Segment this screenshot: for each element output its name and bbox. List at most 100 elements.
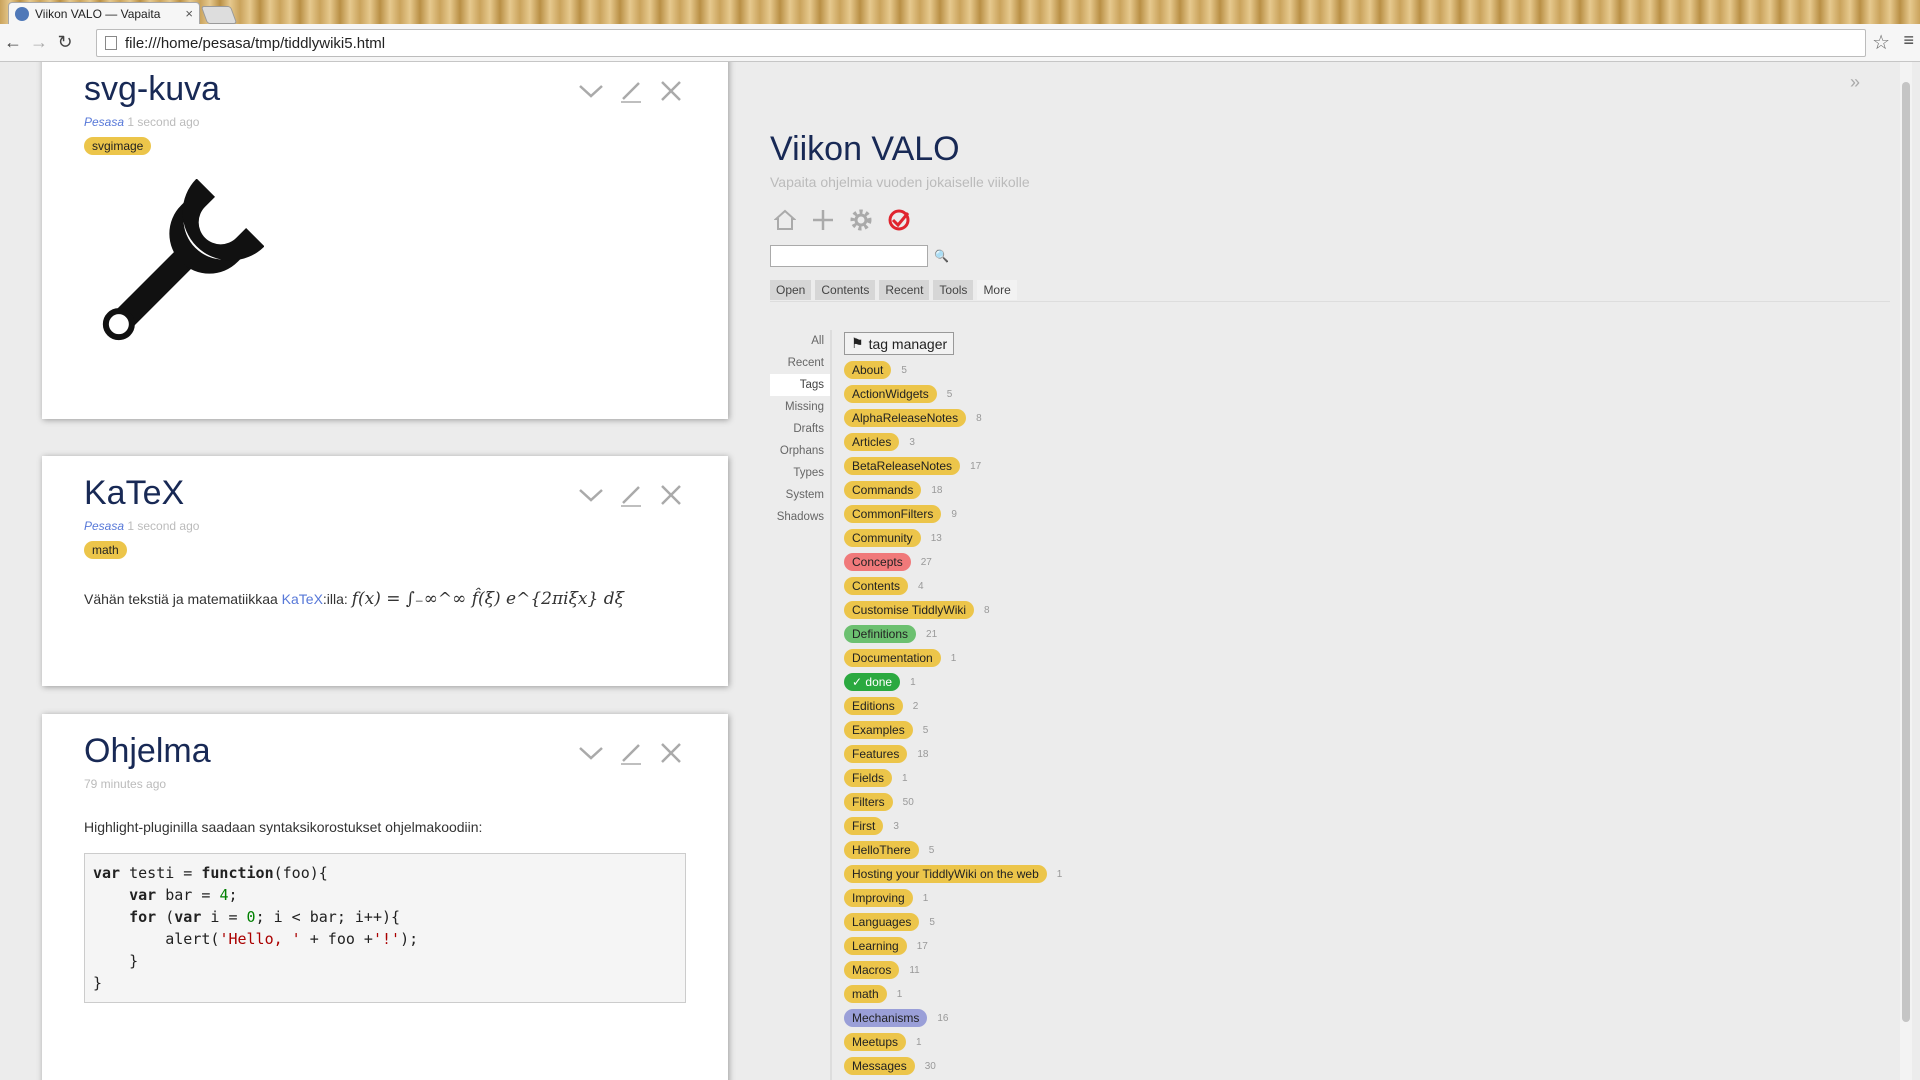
modifier-link[interactable]: Pesasa [84, 115, 124, 129]
tag-chip[interactable]: Macros [844, 961, 900, 979]
tag-chip[interactable]: Messages [844, 1057, 915, 1075]
fold-chevron-icon[interactable] [576, 480, 606, 510]
tag-row: Contents 4 [844, 574, 1062, 598]
tag-chip[interactable]: Features [844, 745, 908, 763]
tag-chip[interactable]: Improving [844, 889, 913, 907]
browser-toolbar: ← → ↻ file:///home/pesasa/tmp/tiddlywiki… [0, 24, 1920, 62]
tag-chip[interactable]: Meetups [844, 1033, 907, 1051]
tag-row: HelloThere 5 [844, 838, 1062, 862]
scrollbar-thumb[interactable] [1902, 82, 1910, 1022]
tag-count: 5 [946, 388, 953, 400]
tag-chip[interactable]: HelloThere [844, 841, 919, 859]
save-check-icon[interactable] [884, 205, 914, 235]
forward-icon[interactable]: → [26, 32, 52, 53]
tab-recent[interactable]: Recent [879, 280, 930, 300]
tab-open[interactable]: Open [770, 280, 812, 300]
tag-chip[interactable]: ActionWidgets [844, 385, 937, 403]
url-text: file:///home/pesasa/tmp/tiddlywiki5.html [125, 34, 386, 52]
window-titlebar: Viikon VALO — Vapaita × [0, 0, 1920, 24]
tag-chip[interactable]: Community [844, 529, 921, 547]
tag-chip[interactable]: CommonFilters [844, 505, 942, 523]
close-icon[interactable] [656, 738, 686, 768]
tag-chip[interactable]: Definitions [844, 625, 917, 643]
tag-count: 16 [937, 1012, 949, 1024]
page-scrollbar[interactable] [1900, 62, 1912, 1080]
subtab-types[interactable]: Types [770, 462, 830, 484]
close-icon[interactable] [656, 76, 686, 106]
tiddler-controls [576, 76, 686, 106]
tag-chip[interactable]: First [844, 817, 884, 835]
tag-chip[interactable]: Concepts [844, 553, 911, 571]
new-tiddler-icon[interactable] [808, 205, 838, 235]
katex-link[interactable]: KaTeX [282, 591, 323, 607]
subtab-shadows[interactable]: Shadows [770, 506, 830, 528]
tag-row: Messages 30 [844, 1054, 1062, 1078]
fold-chevron-icon[interactable] [576, 738, 606, 768]
fold-chevron-icon[interactable] [576, 76, 606, 106]
tag-row: ✓ done 1 [844, 670, 1062, 694]
tag-chip[interactable]: Examples [844, 721, 913, 739]
address-bar[interactable]: file:///home/pesasa/tmp/tiddlywiki5.html [96, 29, 1866, 57]
tag-manager-button[interactable]: ⚑ tag manager [844, 332, 955, 355]
tag-chip[interactable]: math [844, 985, 887, 1003]
tag-chip[interactable]: ✓ done [844, 673, 901, 691]
gear-icon[interactable] [846, 205, 876, 235]
sidebar-tabs: Open Contents Recent Tools More [770, 280, 1890, 302]
new-tab-button[interactable] [200, 6, 238, 24]
back-icon[interactable]: ← [0, 32, 26, 53]
tiddler-controls [576, 480, 686, 510]
tag-pill-svgimage[interactable]: svgimage [84, 137, 152, 155]
tag-count: 5 [929, 916, 935, 928]
browser-menu-icon[interactable]: ≡ [1903, 30, 1914, 51]
edit-pencil-icon[interactable] [616, 738, 646, 768]
search-input[interactable] [770, 245, 928, 267]
tiddler-subtitle: Pesasa 1 second ago [84, 115, 686, 129]
subtab-system[interactable]: System [770, 484, 830, 506]
tag-chip[interactable]: Learning [844, 937, 907, 955]
edit-pencil-icon[interactable] [616, 480, 646, 510]
subtab-drafts[interactable]: Drafts [770, 418, 830, 440]
tag-chip[interactable]: Commands [844, 481, 922, 499]
tag-pill-math[interactable]: math [84, 541, 127, 559]
browser-tab[interactable]: Viikon VALO — Vapaita × [8, 2, 200, 24]
home-icon[interactable] [770, 205, 800, 235]
tag-chip[interactable]: Articles [844, 433, 900, 451]
tag-row: ActionWidgets 5 [844, 382, 1062, 406]
reload-icon[interactable]: ↻ [52, 32, 78, 53]
code-line: alert('Hello, ' + foo +'!'); [93, 930, 419, 948]
tag-row: Customise TiddlyWiki 8 [844, 598, 1062, 622]
tab-close-icon[interactable]: × [185, 6, 193, 21]
tag-chip[interactable]: Customise TiddlyWiki [844, 601, 975, 619]
checkmark-icon: ✓ [852, 675, 866, 689]
tab-contents[interactable]: Contents [815, 280, 876, 300]
subtab-missing[interactable]: Missing [770, 396, 830, 418]
modifier-link[interactable]: Pesasa [84, 519, 124, 533]
tag-chip[interactable]: Languages [844, 913, 920, 931]
subtab-all[interactable]: All [770, 330, 830, 352]
tag-chip[interactable]: AlphaReleaseNotes [844, 409, 967, 427]
tag-chip[interactable]: Mechanisms [844, 1009, 928, 1027]
bookmark-star-icon[interactable]: ☆ [1872, 30, 1890, 55]
tag-chip[interactable]: Editions [844, 697, 903, 715]
page-controls [770, 205, 914, 235]
tag-count: 18 [917, 748, 929, 760]
subtab-recent[interactable]: Recent [770, 352, 830, 374]
tag-chip[interactable]: Filters [844, 793, 893, 811]
tag-chip[interactable]: BetaReleaseNotes [844, 457, 961, 475]
tab-more[interactable]: More [977, 280, 1017, 300]
tag-chip[interactable]: Documentation [844, 649, 941, 667]
tab-tools[interactable]: Tools [933, 280, 974, 300]
tag-chip[interactable]: Fields [844, 769, 893, 787]
close-icon[interactable] [656, 480, 686, 510]
tag-chip[interactable]: Hosting your TiddlyWiki on the web [844, 865, 1047, 883]
tag-chip[interactable]: About [844, 361, 892, 379]
subtab-orphans[interactable]: Orphans [770, 440, 830, 462]
tag-chip[interactable]: Contents [844, 577, 909, 595]
search-icon[interactable]: 🔍 [934, 249, 949, 263]
tag-count: 8 [984, 604, 990, 616]
subtab-tags[interactable]: Tags [770, 374, 830, 396]
tiddler-body: Vähän tekstiä ja matematiikkaa KaTeX:ill… [84, 589, 686, 609]
sidebar-collapse-icon[interactable]: » [1850, 72, 1860, 93]
code-line: var testi = function(foo){ [93, 864, 328, 882]
edit-pencil-icon[interactable] [616, 76, 646, 106]
